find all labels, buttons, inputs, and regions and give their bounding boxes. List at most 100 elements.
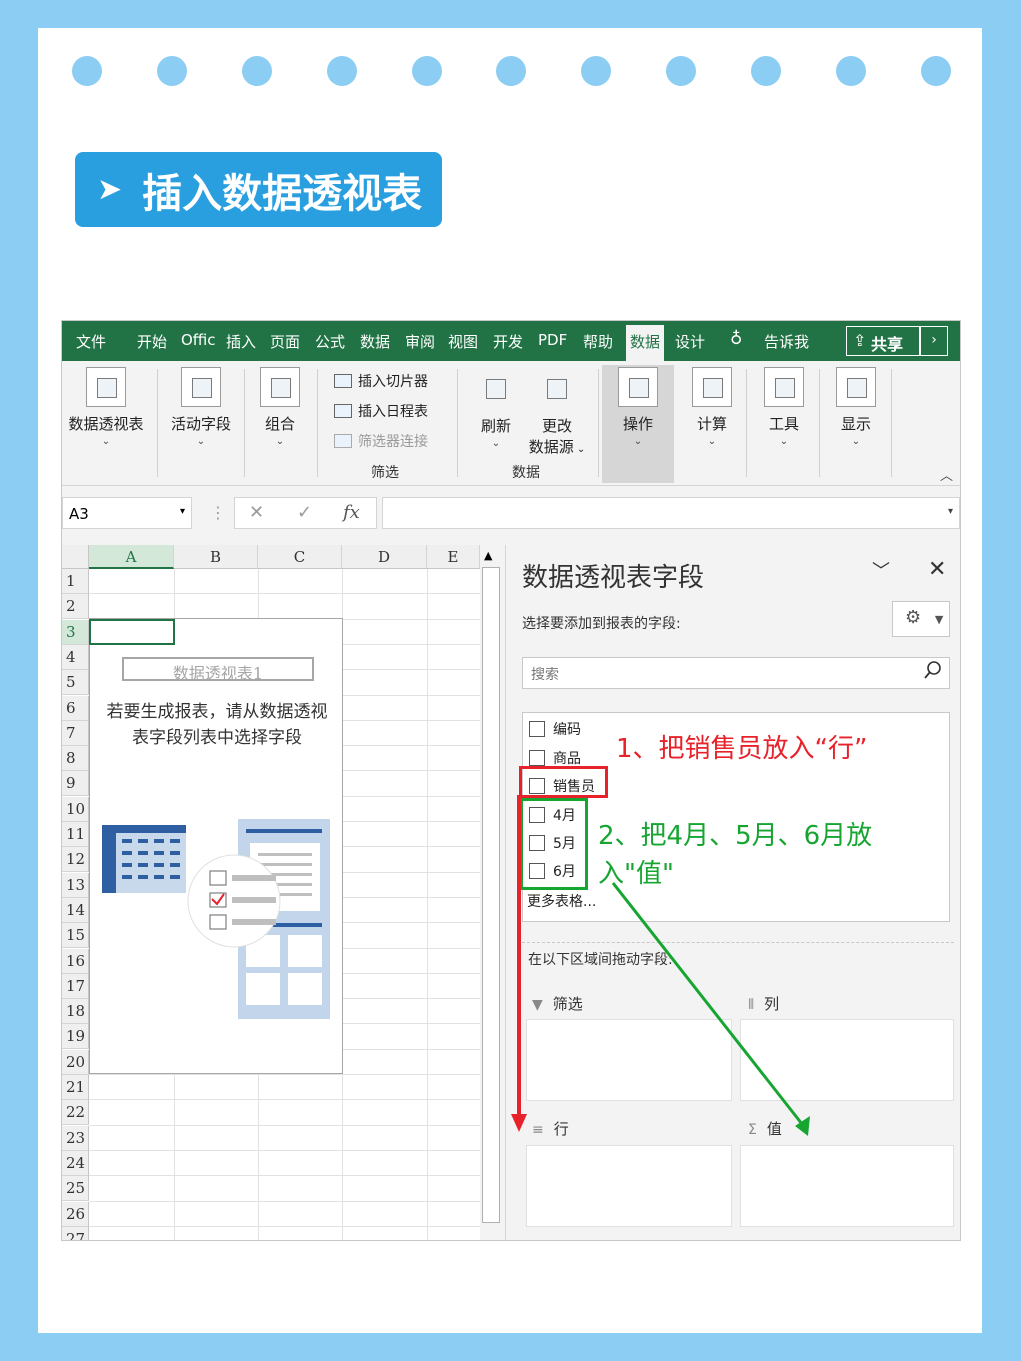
row-header[interactable]: 21 [62,1075,89,1100]
tab-formulas[interactable]: 公式 [315,331,345,352]
cancel-icon[interactable]: ✕ [249,502,264,523]
close-icon[interactable]: ✕ [928,557,946,582]
tab-insert[interactable]: 插入 [226,331,256,352]
row-header[interactable]: 14 [62,897,89,923]
row-header[interactable]: 10 [62,796,89,822]
checkbox[interactable] [529,721,545,737]
row-header[interactable]: 25 [62,1176,89,1202]
row-header[interactable]: 17 [62,973,89,999]
row-header[interactable]: 12 [62,847,89,873]
row-header[interactable]: 16 [62,948,89,974]
row-header[interactable]: 24 [62,1150,89,1176]
columns-drop-area[interactable] [740,1019,954,1101]
values-drop-area[interactable] [740,1145,954,1227]
fx-icon[interactable]: fx [343,502,360,523]
actions-button[interactable]: 操作 ⌄ [608,367,668,447]
tab-view[interactable]: 视图 [448,331,478,352]
more-tables-link[interactable]: 更多表格... [527,891,596,911]
row-header[interactable]: 18 [62,999,89,1025]
column-header[interactable]: B [174,545,258,569]
insert-slicer-button[interactable]: 插入切片器 [334,371,428,391]
show-button[interactable]: 显示 ⌄ [826,367,886,447]
tab-office[interactable]: Offic [181,331,216,349]
row-header[interactable]: 8 [62,746,89,772]
worksheet-grid[interactable]: A B C D E 1 2 3 4 5 6 7 8 9 10 11 12 13 14 15 16 17 18 19 20 21 22… [62,545,480,1240]
column-header[interactable]: E [427,545,480,569]
chevron-down-icon: ⌄ [633,436,643,447]
row-header[interactable]: 7 [62,720,89,746]
refresh-button[interactable]: 刷新 ⌄ [470,369,522,449]
row-header[interactable]: 1 [62,569,89,594]
filter-group-label: 筛选 [371,465,399,481]
filter-drop-area[interactable] [526,1019,732,1101]
row-header[interactable]: 11 [62,822,89,847]
column-header[interactable]: C [258,545,342,569]
row-header[interactable]: 6 [62,695,89,721]
formula-buttons: ✕ ✓ fx [234,497,377,529]
more-tabs-button[interactable]: › [920,326,948,356]
change-source-button[interactable]: 更改 数据源 ⌄ [522,369,592,457]
settings-button[interactable]: ⚙ ▼ [892,601,950,637]
scrollbar-track[interactable] [482,567,500,1223]
filter-area-label: 筛选 [552,995,583,1013]
row-header[interactable]: 20 [62,1049,89,1075]
row-header[interactable]: 26 [62,1201,89,1227]
field-search-input[interactable]: 搜索 [522,657,950,689]
chevron-down-icon: ⌄ [779,436,789,447]
chevron-down-icon[interactable]: ﹀ [872,557,890,583]
select-all-corner[interactable] [62,545,89,569]
tools-button[interactable]: 工具 ⌄ [754,367,814,447]
row-header[interactable]: 2 [62,594,89,620]
insert-timeline-button[interactable]: 插入日程表 [334,401,428,421]
tab-help[interactable]: 帮助 [583,331,613,352]
formula-input[interactable]: ▾ [382,497,960,529]
checkbox[interactable] [529,750,545,766]
group-button[interactable]: 组合 ⌄ [252,367,308,447]
pivot-table-placeholder[interactable]: 数据透视表1 若要生成报表，请从数据透视表字段列表中选择字段 [89,618,343,1074]
pivot-table-button[interactable]: 数据透视表 ⌄ [64,367,148,447]
data-group-label: 数据 [512,465,540,481]
tab-page-layout[interactable]: 页面 [270,331,300,352]
tab-design[interactable]: 设计 [675,331,705,352]
row-header[interactable]: 3 [62,619,89,645]
field-item-product[interactable]: 商品 [529,748,581,768]
lightbulb-icon: ♁ [730,329,743,349]
row-header[interactable]: 4 [62,644,89,670]
field-item-code[interactable]: 编码 [529,719,581,739]
share-button[interactable]: ⇪ 共享 [846,326,920,356]
column-header[interactable]: D [342,545,427,569]
row-header[interactable]: 22 [62,1100,89,1126]
tab-tell-me[interactable]: 告诉我 [764,331,809,352]
vertical-scrollbar[interactable]: ▲ [480,545,502,1240]
chevron-down-icon: ⌄ [101,436,111,447]
row-header[interactable]: 5 [62,670,89,696]
row-header[interactable]: 9 [62,771,89,797]
tab-home[interactable]: 开始 [137,331,167,352]
calculations-button[interactable]: 计算 ⌄ [682,367,742,447]
tab-data[interactable]: 数据 [360,331,390,352]
tab-developer[interactable]: 开发 [493,331,523,352]
row-header[interactable]: 23 [62,1125,89,1151]
collapse-ribbon-icon[interactable]: ︿ [940,465,953,484]
row-header[interactable]: 13 [62,872,89,898]
filter-connections-button[interactable]: 筛选器连接 [334,431,428,451]
tab-file[interactable]: 文件 [76,331,106,352]
change-source-label-1: 更改 [541,417,572,435]
name-box[interactable]: A3 ▾ [62,497,192,529]
row-header[interactable]: 19 [62,1024,89,1050]
timeline-icon [334,404,352,418]
scroll-up-icon[interactable]: ▲ [484,549,492,562]
rows-drop-area[interactable] [526,1145,732,1227]
tab-pdf[interactable]: PDF [538,331,567,349]
active-field-button[interactable]: 活动字段 ⌄ [162,367,240,447]
decor-dot [836,56,866,86]
row-header[interactable]: 15 [62,923,89,949]
decor-dot [327,56,357,86]
row-header[interactable]: 27 [62,1226,89,1240]
enter-icon[interactable]: ✓ [297,502,312,523]
tab-review[interactable]: 审阅 [405,331,435,352]
column-header[interactable]: A [89,545,174,569]
selected-cell-a3[interactable] [89,619,175,645]
grid-line [89,1124,480,1126]
tab-pivot-analyze[interactable]: 数据 [626,325,665,361]
